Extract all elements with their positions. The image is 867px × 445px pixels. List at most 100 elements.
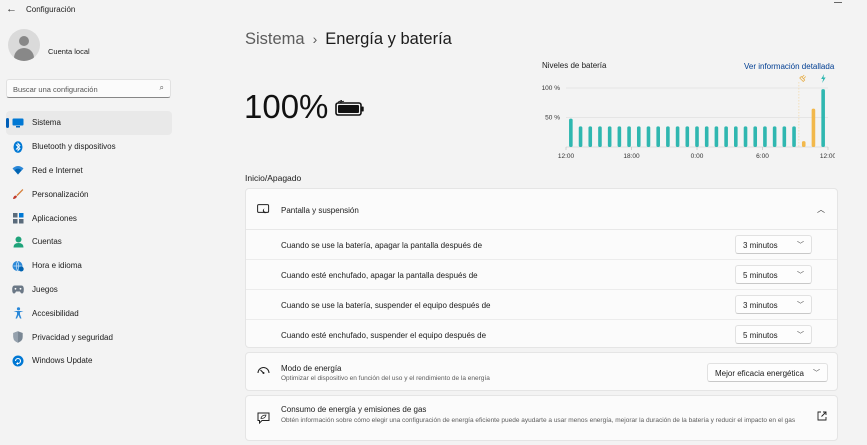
sidebar-item-cuentas[interactable]: Cuentas bbox=[6, 230, 172, 254]
battery-bar bbox=[695, 126, 699, 147]
battery-bar bbox=[666, 126, 670, 147]
shield-icon bbox=[12, 331, 24, 343]
avatar-body bbox=[14, 48, 34, 61]
setting-row: Cuando se use la batería, apagar la pant… bbox=[246, 230, 837, 260]
select-value: Mejor eficacia energética bbox=[715, 369, 804, 378]
battery-bar bbox=[646, 126, 651, 147]
brush-icon bbox=[12, 188, 24, 200]
x-tick-label: 0:00 bbox=[691, 153, 704, 160]
bluetooth-icon bbox=[12, 140, 24, 153]
battery-bar bbox=[801, 141, 806, 147]
battery-percent: 100% bbox=[244, 88, 329, 125]
chevron-down-icon: ﹀ bbox=[797, 332, 804, 339]
sidebar-item-personalizacion[interactable]: Personalización bbox=[6, 182, 172, 206]
plugged-sleep-select[interactable]: 5 minutos ﹀ bbox=[735, 325, 812, 344]
section-title: Inicio/Apagado bbox=[245, 173, 302, 183]
account-name: Cuenta local bbox=[48, 47, 90, 56]
select-value: 3 minutos bbox=[743, 241, 778, 250]
external-link-icon[interactable] bbox=[817, 411, 827, 421]
sidebar-item-hora[interactable]: Hora e idioma bbox=[6, 254, 172, 278]
battery-bar bbox=[636, 126, 641, 147]
battery-screen-off-select[interactable]: 3 minutos ﹀ bbox=[735, 235, 812, 254]
detailed-info-link[interactable]: Ver información detallada bbox=[744, 62, 834, 71]
battery-bar bbox=[792, 126, 796, 147]
sidebar-item-label: Windows Update bbox=[32, 356, 93, 366]
back-arrow-icon[interactable]: ← bbox=[6, 3, 17, 15]
update-icon bbox=[12, 355, 24, 367]
chevron-down-icon: ﹀ bbox=[813, 370, 820, 377]
battery-bar bbox=[782, 126, 787, 147]
battery-bar bbox=[617, 126, 622, 147]
setting-label: Cuando esté enchufado, suspender el equi… bbox=[281, 331, 487, 340]
apps-icon bbox=[12, 212, 24, 224]
power-mode-title: Modo de energía bbox=[281, 364, 342, 373]
plugged-screen-off-select[interactable]: 5 minutos ﹀ bbox=[735, 265, 812, 284]
y-tick-label: 100 % bbox=[542, 85, 561, 92]
search-icon[interactable]: ⌕ bbox=[160, 83, 164, 93]
battery-bar bbox=[753, 126, 758, 147]
select-value: 5 minutos bbox=[743, 331, 778, 340]
setting-row: Cuando esté enchufado, apagar la pantall… bbox=[246, 260, 837, 290]
x-tick-label: 12:00 bbox=[558, 153, 575, 160]
breadcrumb-parent[interactable]: Sistema bbox=[245, 30, 305, 48]
battery-bar bbox=[569, 118, 573, 147]
chart-title: Niveles de batería bbox=[542, 61, 607, 70]
battery-bar bbox=[685, 126, 690, 147]
screen-sleep-icon bbox=[257, 204, 270, 214]
power-mode-select[interactable]: Mejor eficacia energética ﹀ bbox=[707, 363, 828, 382]
battery-bar bbox=[627, 126, 631, 147]
avatar[interactable] bbox=[8, 29, 40, 61]
breadcrumb-separator: › bbox=[312, 31, 318, 47]
chevron-up-icon[interactable]: ︿ bbox=[817, 204, 825, 215]
sidebar-item-aplicaciones[interactable]: Aplicaciones bbox=[6, 206, 172, 230]
y-tick-label: 50 % bbox=[545, 115, 560, 122]
battery-bar bbox=[743, 126, 748, 147]
plug-icon bbox=[799, 74, 806, 82]
sidebar-item-sistema[interactable]: Sistema bbox=[6, 111, 172, 135]
sidebar-item-bluetooth[interactable]: Bluetooth y dispositivos bbox=[6, 135, 172, 159]
battery-bar bbox=[734, 126, 738, 147]
search-input[interactable]: Buscar una configuración ⌕ bbox=[6, 79, 171, 98]
select-value: 3 minutos bbox=[743, 301, 778, 310]
sidebar-item-label: Bluetooth y dispositivos bbox=[32, 142, 116, 152]
emissions-title: Consumo de energía y emisiones de gas bbox=[281, 405, 427, 414]
avatar-head bbox=[19, 36, 29, 46]
x-tick-label: 18:00 bbox=[623, 153, 640, 160]
battery-bar bbox=[772, 126, 777, 147]
emissions-card[interactable]: Consumo de energía y emisiones de gas Ob… bbox=[245, 395, 838, 441]
battery-bar bbox=[724, 126, 728, 147]
sidebar-item-juegos[interactable]: Juegos bbox=[6, 278, 172, 302]
sidebar-item-windows-update[interactable]: Windows Update bbox=[6, 349, 172, 373]
minimize-button[interactable] bbox=[834, 2, 842, 3]
accessibility-icon bbox=[12, 307, 24, 319]
battery-bar bbox=[675, 126, 680, 147]
battery-bar bbox=[598, 126, 602, 147]
setting-label: Cuando se use la batería, apagar la pant… bbox=[281, 241, 483, 250]
x-tick-label: 6:00 bbox=[756, 153, 769, 160]
sidebar-item-label: Cuentas bbox=[32, 237, 62, 247]
sidebar-item-label: Juegos bbox=[32, 284, 58, 294]
sidebar-item-accesibilidad[interactable]: Accesibilidad bbox=[6, 301, 172, 325]
battery-charging-icon bbox=[335, 100, 364, 116]
chevron-down-icon: ﹀ bbox=[797, 272, 804, 279]
battery-bar bbox=[763, 126, 767, 147]
sidebar-item-privacidad[interactable]: Privacidad y seguridad bbox=[6, 325, 172, 349]
sidebar-item-red[interactable]: Red e Internet bbox=[6, 159, 172, 183]
battery-bar bbox=[607, 126, 612, 147]
screen-sleep-title: Pantalla y suspensión bbox=[281, 206, 359, 215]
search-placeholder: Buscar una configuración bbox=[13, 85, 98, 94]
sidebar-item-label: Personalización bbox=[32, 189, 89, 199]
title-bar: ← Configuración bbox=[0, 0, 867, 20]
battery-bar bbox=[811, 108, 816, 147]
wifi-icon bbox=[12, 164, 24, 176]
battery-sleep-select[interactable]: 3 minutos ﹀ bbox=[735, 295, 812, 314]
globe-clock-icon bbox=[12, 260, 24, 272]
sidebar: Cuenta local Buscar una configuración ⌕ … bbox=[0, 20, 180, 445]
power-mode-card: Modo de energía Optimizar el dispositivo… bbox=[245, 352, 838, 391]
screen-sleep-card: Pantalla y suspensión ︿ Cuando se use la… bbox=[245, 188, 838, 348]
gamepad-icon bbox=[12, 283, 24, 295]
setting-row: Cuando se use la batería, suspender el e… bbox=[246, 290, 837, 320]
monitor-icon bbox=[12, 117, 24, 129]
sidebar-item-label: Hora e idioma bbox=[32, 261, 82, 271]
screen-sleep-header[interactable]: Pantalla y suspensión ︿ bbox=[246, 189, 837, 230]
